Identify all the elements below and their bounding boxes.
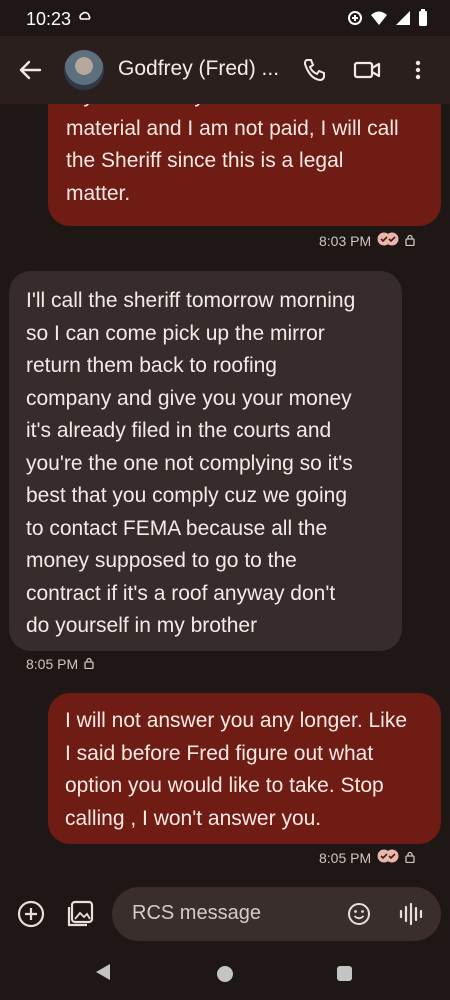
status-time: 10:23: [26, 9, 72, 29]
encrypted-lock-icon: [405, 233, 415, 249]
gallery-icon[interactable]: [66, 899, 98, 929]
encrypted-lock-icon: [405, 850, 415, 866]
cloud-sync-icon: [78, 9, 92, 28]
battery-icon: [418, 9, 428, 32]
message-time: 8:05 PM: [319, 849, 372, 866]
message-bubble-outgoing[interactable]: I will not answer you any longer. Like I…: [48, 693, 441, 844]
phone-icon[interactable]: [300, 56, 328, 84]
message-input-placeholder: RCS message: [132, 902, 261, 924]
message-bubble-outgoing[interactable]: my home to try to remove the material an…: [48, 104, 441, 226]
message-text: I'll call the sheriff tomorrow morning s…: [26, 289, 356, 637]
nav-home-icon[interactable]: [217, 966, 233, 982]
voice-message-icon[interactable]: [398, 901, 424, 927]
contact-name[interactable]: Godfrey (Fred) ...: [118, 57, 288, 81]
status-icons: [347, 9, 428, 32]
contact-avatar[interactable]: [64, 50, 104, 90]
message-meta: 8:05 PM: [319, 849, 415, 866]
message-meta: 8:05 PM: [26, 656, 94, 672]
message-time: 8:05 PM: [26, 656, 79, 672]
message-time: 8:03 PM: [319, 232, 372, 249]
add-attachment-icon[interactable]: [16, 899, 46, 929]
message-bubble-incoming[interactable]: I'll call the sheriff tomorrow morning s…: [9, 271, 402, 651]
signal-icon: [395, 10, 411, 31]
data-saver-icon: [347, 10, 363, 31]
conversation-header: Godfrey (Fred) ...: [0, 36, 450, 104]
wifi-icon: [370, 10, 388, 31]
read-receipt-icon: [377, 849, 399, 866]
message-text: my home to try to remove the material an…: [66, 104, 399, 205]
message-text: I will not answer you any longer. Like I…: [65, 709, 408, 830]
message-list[interactable]: my home to try to remove the material an…: [0, 104, 450, 884]
encrypted-lock-icon: [84, 656, 94, 672]
message-input[interactable]: RCS message: [112, 887, 441, 941]
read-receipt-icon: [377, 232, 399, 249]
message-meta: 8:03 PM: [319, 232, 415, 249]
back-arrow-icon[interactable]: [16, 56, 44, 84]
more-options-icon[interactable]: [408, 56, 428, 84]
emoji-icon[interactable]: [345, 900, 373, 928]
system-navigation-bar: [0, 948, 450, 1000]
video-call-icon[interactable]: [352, 56, 382, 84]
composer-bar: RCS message: [0, 884, 450, 948]
nav-back-icon[interactable]: [94, 962, 112, 987]
nav-recents-icon[interactable]: [337, 966, 352, 981]
status-bar: 10:23: [0, 0, 450, 36]
